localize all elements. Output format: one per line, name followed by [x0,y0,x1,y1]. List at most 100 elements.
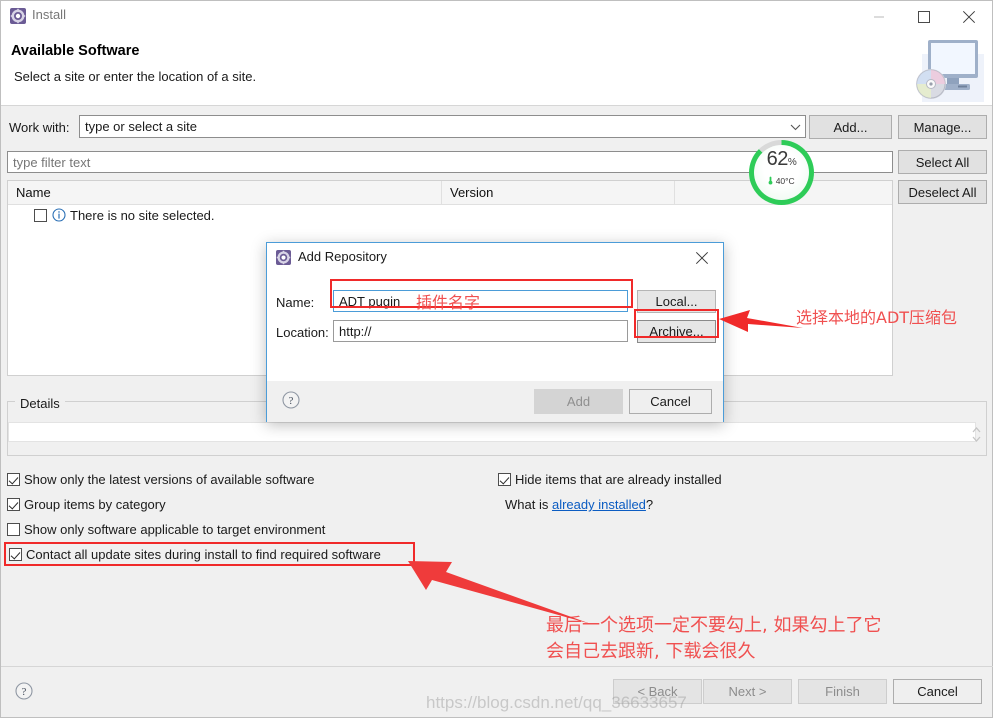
thermometer-icon [768,176,775,186]
location-label: Location: [276,325,329,340]
table-row[interactable]: There is no site selected. [8,205,892,227]
work-with-label: Work with: [9,120,70,135]
column-header-name-label: Name [16,185,51,200]
work-with-value: type or select a site [85,119,197,134]
checkbox-box[interactable] [9,548,22,561]
deselect-all-label: Deselect All [908,184,977,200]
manage-sites-button[interactable]: Manage... [898,115,987,139]
gauge-percent: 62% [749,148,814,171]
annotation-arrow-archive [719,310,803,332]
dialog-body: Name: ADT pugin Local... Location: http:… [267,273,723,381]
info-icon [52,208,66,222]
minimize-button[interactable] [856,1,901,32]
header-divider [1,105,992,106]
svg-text:?: ? [289,395,294,407]
local-button[interactable]: Local... [637,290,716,313]
already-installed-link[interactable]: already installed [552,497,646,512]
checkbox-group-by-category[interactable]: Group items by category [7,497,166,512]
chevron-down-icon[interactable] [790,124,801,131]
checkbox-box[interactable] [498,473,511,486]
checkbox-show-latest-versions[interactable]: Show only the latest versions of availab… [7,472,315,487]
monitor-with-disc-icon [900,30,984,102]
row-checkbox[interactable] [34,209,47,222]
select-all-label: Select All [915,154,970,170]
add-repository-dialog: Add Repository Name: ADT pugin Local... … [266,242,724,422]
dialog-cancel-label: Cancel [650,394,691,409]
what-is-suffix: ? [645,497,654,512]
annotation-name-note: 插件名字 [416,293,481,312]
help-question-icon[interactable]: ? [15,682,33,700]
dialog-add-label: Add [566,394,591,409]
annotation-archive-note: 选择本地的ADT压缩包 [796,308,958,327]
gauge-temperature: 40°C [749,176,814,186]
location-value: http:// [339,324,372,339]
cancel-label: Cancel [917,684,958,699]
gauge-temperature-value: 40°C [775,176,795,186]
dialog-title: Add Repository [298,249,387,264]
checkbox-hide-installed[interactable]: Hide items that are already installed [498,472,722,487]
install-window: Install Available Software Select a site… [0,0,993,718]
checkbox-box[interactable] [7,523,20,536]
filter-placeholder: type filter text [13,155,91,170]
checkbox-applicable-target-env[interactable]: Show only software applicable to target … [7,522,325,537]
up-down-arrows-icon[interactable] [971,426,982,443]
what-is-prefix: What is [505,497,552,512]
cancel-button[interactable]: Cancel [893,679,982,704]
select-all-button[interactable]: Select All [898,150,987,174]
dialog-close-button[interactable] [681,243,723,273]
archive-button[interactable]: Archive... [637,320,716,343]
add-site-button[interactable]: Add... [809,115,892,139]
window-title: Install [32,7,66,22]
finish-button[interactable]: Finish [798,679,887,704]
eclipse-install-icon [276,250,291,265]
system-status-gauge: 62% 40°C [749,140,814,205]
title-bar: Install [1,1,992,33]
details-legend: Details [15,396,65,411]
row-name: There is no site selected. [70,208,215,223]
checkbox-box[interactable] [7,473,20,486]
local-label: Local... [655,294,698,309]
annotation-arrow-bottom [408,561,591,624]
deselect-all-button[interactable]: Deselect All [898,180,987,204]
annotation-bottom-line2: 会自己去跟新, 下载会很久 [546,641,756,663]
column-header-version[interactable]: Version [442,181,675,204]
close-button[interactable] [946,1,991,32]
eclipse-install-icon [10,8,26,24]
name-value: ADT pugin [339,294,401,309]
finish-label: Finish [825,684,860,699]
help-question-icon[interactable]: ? [282,391,300,409]
name-field[interactable]: ADT pugin [333,290,628,312]
checkbox-box[interactable] [7,498,20,511]
next-label: Next > [728,684,767,699]
dialog-title-bar: Add Repository [267,243,723,273]
location-field[interactable]: http:// [333,320,628,342]
archive-label: Archive... [649,324,704,339]
dialog-footer: ? Add Cancel [267,381,723,422]
checkbox-label: Show only software applicable to target … [24,522,326,537]
maximize-button[interactable] [901,1,946,32]
footer-divider [1,666,993,667]
work-with-combo[interactable]: type or select a site [79,115,806,138]
dialog-add-button[interactable]: Add [534,389,623,414]
column-header-name[interactable]: Name [8,181,442,204]
wizard-header: Available Software Select a site or ente… [1,32,992,106]
next-button[interactable]: Next > [703,679,792,704]
what-is-already-installed: What is already installed? [505,497,653,512]
dialog-cancel-button[interactable]: Cancel [629,389,712,414]
checkbox-label: Hide items that are already installed [515,472,722,487]
gauge-percent-unit: % [787,157,797,168]
column-header-version-label: Version [450,185,494,200]
svg-text:?: ? [22,686,27,698]
manage-sites-label: Manage... [913,119,972,135]
checkbox-label: Show only the latest versions of availab… [24,472,315,487]
page-subtitle: Select a site or enter the location of a… [14,69,257,84]
add-site-label: Add... [833,119,868,135]
checkbox-label: Contact all update sites during install … [26,547,381,562]
name-label: Name: [276,295,315,310]
watermark: https://blog.csdn.net/qq_36633657 [426,693,687,712]
page-title: Available Software [11,43,140,59]
details-text[interactable] [8,422,976,442]
gauge-percent-value: 62 [766,148,789,170]
checkbox-label: Group items by category [24,497,166,512]
checkbox-contact-all-update-sites[interactable]: Contact all update sites during install … [9,547,381,562]
